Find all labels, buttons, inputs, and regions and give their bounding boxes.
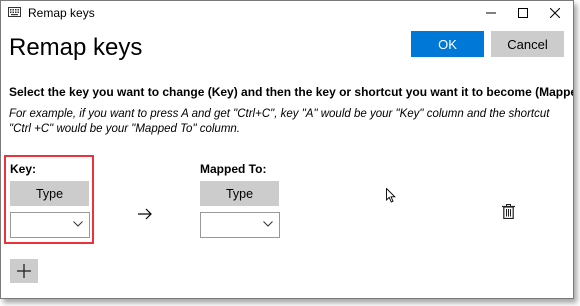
example-text: For example, if you want to press A and … — [9, 108, 550, 135]
close-button[interactable] — [539, 1, 571, 25]
arrow-right-icon — [138, 208, 152, 220]
key-column-highlight — [4, 155, 94, 244]
maximize-button[interactable] — [507, 1, 539, 25]
mouse-pointer-icon — [386, 188, 396, 203]
plus-icon — [17, 264, 31, 278]
close-icon — [550, 8, 560, 18]
trash-icon — [502, 204, 515, 220]
mapped-dropdown[interactable] — [200, 212, 280, 238]
cancel-button[interactable]: Cancel — [491, 31, 564, 57]
mapped-column-label: Mapped To: — [200, 162, 267, 176]
remap-keys-window: Remap keys Remap keys OK Cancel Select t… — [0, 0, 574, 299]
delete-row-button[interactable] — [502, 204, 515, 224]
maximize-icon — [518, 8, 528, 18]
screenshot: Remap keys Remap keys OK Cancel Select t… — [0, 0, 580, 306]
instruction-text: Select the key you want to change (Key) … — [9, 85, 574, 99]
page-title: Remap keys — [9, 34, 143, 61]
title-bar[interactable]: Remap keys — [1, 1, 573, 25]
window-title: Remap keys — [28, 6, 95, 20]
chevron-down-icon — [263, 221, 273, 227]
ok-button[interactable]: OK — [411, 31, 484, 57]
add-mapping-button[interactable] — [10, 259, 38, 283]
minimize-button[interactable] — [475, 1, 507, 25]
keyboard-icon — [8, 7, 21, 17]
minimize-icon — [486, 12, 496, 14]
mapped-type-button[interactable]: Type — [200, 181, 279, 206]
